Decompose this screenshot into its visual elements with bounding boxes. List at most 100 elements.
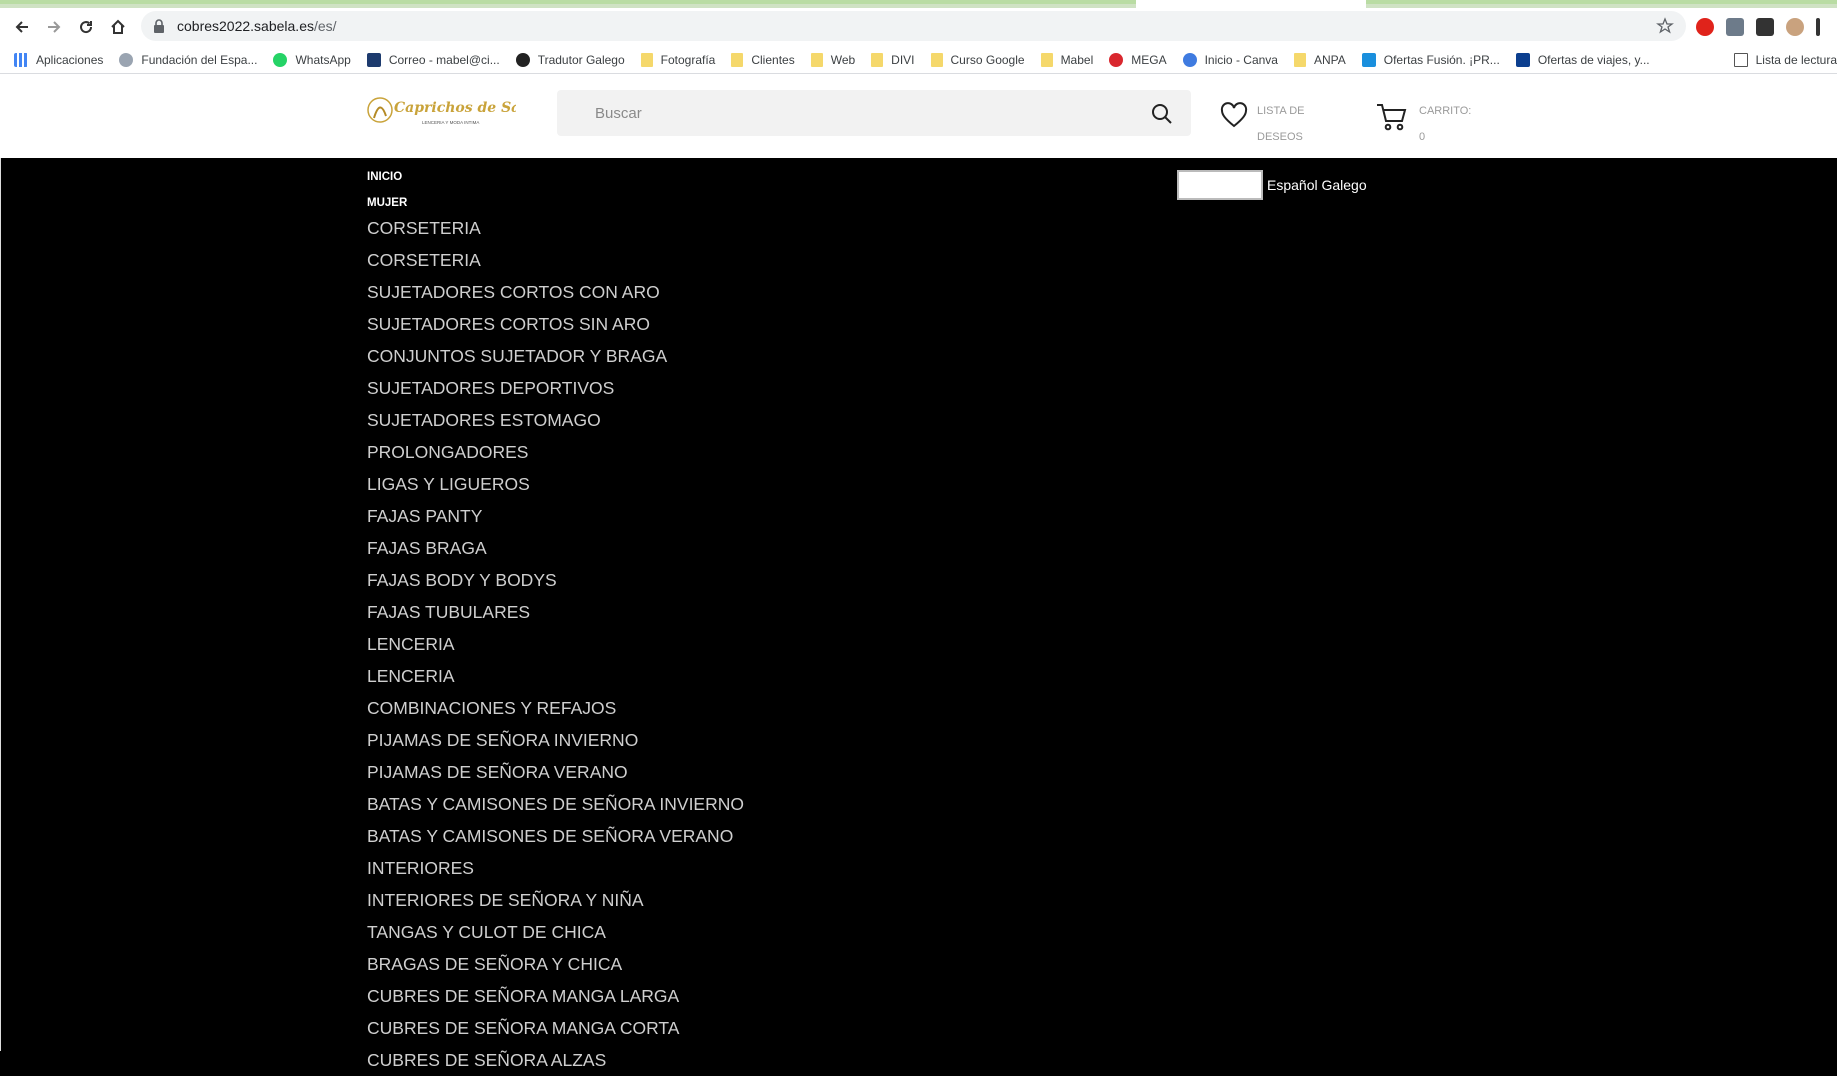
bookmark-item[interactable]: Ofertas Fusión. ¡PR...: [1361, 52, 1500, 67]
bookmark-item[interactable]: Ofertas de viajes, y...: [1515, 52, 1650, 67]
profile-avatar[interactable]: [1786, 18, 1804, 36]
bookmark-item[interactable]: Inicio - Canva: [1182, 52, 1278, 67]
pen-extension-icon[interactable]: [1726, 18, 1744, 36]
category-item[interactable]: FAJAS BODY Y BODYS: [367, 564, 744, 596]
bookmark-star-icon[interactable]: [1656, 17, 1674, 35]
bookmark-item[interactable]: Aplicaciones: [14, 52, 103, 67]
puzzle-extensions-icon[interactable]: [1756, 18, 1774, 36]
active-tab[interactable]: [1136, 0, 1366, 8]
tab-strip: [0, 0, 1837, 8]
browser-menu-icon[interactable]: [1816, 18, 1820, 36]
bookmark-label: Clientes: [751, 52, 795, 67]
travel-icon: [1515, 52, 1530, 67]
mail-icon: [366, 52, 381, 67]
main-menu: INICIO MUJER: [367, 164, 407, 216]
bookmark-item[interactable]: Correo - mabel@ci...: [366, 52, 500, 67]
menu-item-inicio[interactable]: INICIO: [367, 164, 407, 190]
wishlist-label-line1: LISTA DE: [1257, 105, 1305, 117]
search-icon[interactable]: [1151, 103, 1173, 125]
bookmarks-bar: Aplicaciones Fundación del Espa... Whats…: [0, 46, 1837, 74]
site-favicon-icon: [119, 52, 134, 67]
bookmark-label: ANPA: [1313, 52, 1346, 67]
reload-icon: [80, 21, 93, 34]
bookmark-folder[interactable]: Mabel: [1040, 52, 1094, 67]
translate-icon: [515, 52, 530, 67]
opera-extension-icon[interactable]: [1696, 18, 1714, 36]
category-item[interactable]: CONJUNTOS SUJETADOR Y BRAGA: [367, 340, 744, 372]
bookmark-item[interactable]: Fundación del Espa...: [119, 52, 257, 67]
category-item[interactable]: CUBRES DE SEÑORA ALZAS: [367, 1044, 744, 1076]
bookmark-folder[interactable]: ANPA: [1293, 52, 1346, 67]
url-host: cobres2022.sabela.es: [177, 18, 314, 34]
whatsapp-icon: [273, 52, 288, 67]
language-select[interactable]: Español: [1177, 170, 1263, 200]
bookmark-item[interactable]: WhatsApp: [273, 52, 351, 67]
extensions-area: [1696, 12, 1820, 42]
category-item[interactable]: CORSETERIA: [367, 244, 744, 276]
folder-icon: [640, 52, 653, 67]
wishlist-label: LISTA DE DESEOS: [1257, 98, 1337, 150]
category-item[interactable]: BATAS Y CAMISONES DE SEÑORA VERANO: [367, 820, 744, 852]
reload-button[interactable]: [70, 11, 102, 43]
bookmark-item[interactable]: Tradutor Galego: [515, 52, 625, 67]
category-item[interactable]: FAJAS PANTY: [367, 500, 744, 532]
bookmark-item[interactable]: MEGA: [1109, 52, 1167, 67]
category-item[interactable]: FAJAS BRAGA: [367, 532, 744, 564]
home-button[interactable]: [102, 11, 134, 43]
tab-strip-segment: [1366, 0, 1837, 4]
category-item[interactable]: SUJETADORES CORTOS SIN ARO: [367, 308, 744, 340]
category-item[interactable]: TANGAS Y CULOT DE CHICA: [367, 916, 744, 948]
category-item[interactable]: CUBRES DE SEÑORA MANGA LARGA: [367, 980, 744, 1012]
address-bar[interactable]: cobres2022.sabela.es/es/: [141, 11, 1686, 41]
search-input[interactable]: [595, 100, 1095, 126]
category-item[interactable]: SUJETADORES DEPORTIVOS: [367, 372, 744, 404]
bookmark-label: Mabel: [1060, 52, 1094, 67]
category-item[interactable]: BATAS Y CAMISONES DE SEÑORA INVIERNO: [367, 788, 744, 820]
bookmark-label: Correo - mabel@ci...: [388, 52, 500, 67]
bookmark-label: Curso Google: [950, 52, 1025, 67]
category-item[interactable]: INTERIORES DE SEÑORA Y NIÑA: [367, 884, 744, 916]
reading-list-button[interactable]: Lista de lectura: [1725, 46, 1837, 73]
logo-text: Caprichos de Sabela: [394, 100, 516, 116]
folder-icon: [871, 52, 884, 67]
category-item[interactable]: CORSETERIA: [367, 212, 744, 244]
cart-label-line1: CARRITO:: [1419, 105, 1472, 117]
lock-icon: [154, 19, 164, 33]
language-options-text[interactable]: Español Galego: [1267, 177, 1367, 193]
url-path: /es/: [314, 18, 337, 34]
category-item[interactable]: CUBRES DE SEÑORA MANGA CORTA: [367, 1012, 744, 1044]
category-item[interactable]: PIJAMAS DE SEÑORA INVIERNO: [367, 724, 744, 756]
category-item[interactable]: BRAGAS DE SEÑORA Y CHICA: [367, 948, 744, 980]
bookmark-folder[interactable]: Web: [810, 52, 856, 67]
category-item[interactable]: LENCERIA: [367, 660, 744, 692]
browser-toolbar: cobres2022.sabela.es/es/: [0, 8, 1837, 46]
category-item[interactable]: FAJAS TUBULARES: [367, 596, 744, 628]
wishlist-link[interactable]: LISTA DE DESEOS: [1220, 92, 1320, 144]
bookmark-label: Ofertas Fusión. ¡PR...: [1383, 52, 1500, 67]
bookmark-folder[interactable]: Fotografía: [640, 52, 715, 67]
bookmark-folder[interactable]: DIVI: [871, 52, 915, 67]
cart-link[interactable]: CARRITO: 0: [1376, 92, 1486, 144]
back-button[interactable]: [6, 11, 38, 43]
bookmark-label: WhatsApp: [295, 52, 351, 67]
bookmark-folder[interactable]: Clientes: [731, 52, 795, 67]
category-item[interactable]: SUJETADORES ESTOMAGO: [367, 404, 744, 436]
category-item[interactable]: PROLONGADORES: [367, 436, 744, 468]
category-item[interactable]: SUJETADORES CORTOS CON ARO: [367, 276, 744, 308]
wishlist-label-line2: DESEOS: [1257, 131, 1303, 143]
category-item[interactable]: LIGAS Y LIGUEROS: [367, 468, 744, 500]
folder-icon: [1293, 52, 1306, 67]
tab-strip-segment: [0, 0, 1136, 4]
bookmark-label: Web: [830, 52, 856, 67]
category-menu-area: INICIO MUJER CORSETERIA CORSETERIA SUJET…: [0, 158, 1837, 1070]
forward-button[interactable]: [38, 11, 70, 43]
site-logo[interactable]: Caprichos de Sabela LENCERIA Y MODA INTI…: [366, 88, 553, 134]
movistar-icon: [1361, 52, 1376, 67]
category-item[interactable]: INTERIORES: [367, 852, 744, 884]
bookmark-folder[interactable]: Curso Google: [930, 52, 1025, 67]
category-item[interactable]: COMBINACIONES Y REFAJOS: [367, 692, 744, 724]
category-item[interactable]: PIJAMAS DE SEÑORA VERANO: [367, 756, 744, 788]
apps-grid-icon: [14, 52, 28, 67]
category-item[interactable]: LENCERIA: [367, 628, 744, 660]
reading-list-icon: [1733, 53, 1748, 67]
